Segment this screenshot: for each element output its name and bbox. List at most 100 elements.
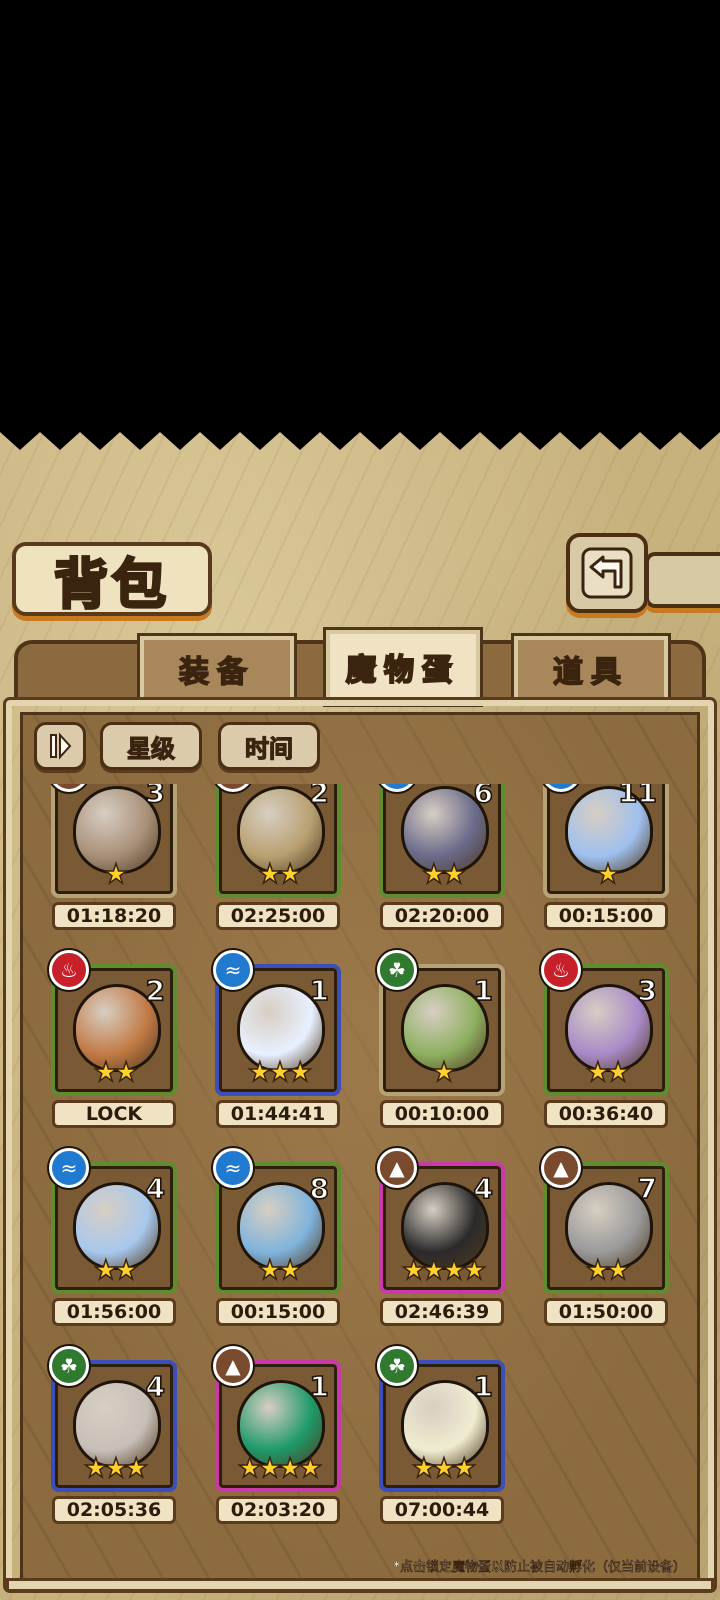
egg-count: 11	[617, 784, 658, 810]
egg-card[interactable]: 6 ★★ ≈	[377, 784, 505, 898]
egg-card[interactable]: 2 ★★ ♨	[49, 950, 177, 1096]
egg-star-rating: ★	[595, 858, 621, 891]
egg-star-rating: ★★	[93, 1254, 139, 1287]
earth-element-icon: ▲	[213, 1346, 253, 1386]
hatch-timer: 01:50:00	[544, 1298, 668, 1326]
egg-slot[interactable]: 2 ★★ ▲ 02:25:00	[208, 784, 348, 930]
sort-by-time-button[interactable]: 时间	[218, 722, 320, 770]
egg-count: 1	[309, 1369, 330, 1404]
sort-order-toggle[interactable]	[34, 722, 86, 770]
hatch-timer: 02:05:36	[52, 1496, 176, 1524]
egg-card[interactable]: 8 ★★ ≈	[213, 1148, 341, 1294]
earth-element-icon: ▲	[213, 784, 253, 792]
egg-slot[interactable]: 7 ★★ ▲ 01:50:00	[536, 1148, 676, 1326]
bottom-border	[6, 1578, 714, 1592]
sort-by-stars-button[interactable]: 星级	[100, 722, 202, 770]
egg-slot[interactable]: 3 ★ ▲ 01:18:20	[44, 784, 184, 930]
egg-star-rating: ★★★	[83, 1452, 149, 1485]
tab-equipment[interactable]: 装备	[137, 633, 297, 705]
egg-slot[interactable]: 3 ★★ ♨ 00:36:40	[536, 950, 676, 1128]
water-element-icon: ≈	[49, 1148, 89, 1188]
back-button-bar	[645, 552, 720, 608]
egg-star-rating: ★★	[585, 1254, 631, 1287]
black-letterbox	[0, 0, 720, 420]
egg-slot[interactable]: 1 ★ ☘ 00:10:00	[372, 950, 512, 1128]
egg-star-rating: ★★	[585, 1056, 631, 1089]
grass-element-icon: ☘	[49, 1346, 89, 1386]
egg-count: 4	[145, 1369, 166, 1404]
egg-count: 1	[473, 1369, 494, 1404]
water-element-icon: ≈	[541, 784, 581, 792]
egg-grid: 3★▲01:18:202★★▲02:25:006★★≈02:20:0011★≈0…	[30, 784, 690, 1566]
egg-count: 7	[637, 1171, 658, 1206]
lock-hint-footnote: *点击锁定魔物蛋以防止被自动孵化（仅当前设备）	[393, 1560, 686, 1575]
egg-star-rating: ★	[103, 858, 129, 891]
egg-count: 4	[473, 1171, 494, 1206]
egg-card[interactable]: 1 ★★★ ≈	[213, 950, 341, 1096]
egg-card[interactable]: 7 ★★ ▲	[541, 1148, 669, 1294]
egg-card[interactable]: 3 ★★ ♨	[541, 950, 669, 1096]
egg-star-rating: ★★★	[247, 1056, 313, 1089]
egg-count: 3	[637, 973, 658, 1008]
tab-items[interactable]: 道具	[511, 633, 671, 705]
hatch-timer: 01:44:41	[216, 1100, 340, 1128]
egg-star-rating: ★★	[257, 1254, 303, 1287]
page-title: 背包	[53, 550, 170, 617]
egg-star-rating: ★★	[421, 858, 467, 891]
egg-slot[interactable]: 4 ★★ ≈01:56:00	[44, 1148, 184, 1326]
earth-element-icon: ▲	[541, 1148, 581, 1188]
egg-star-rating: ★★★★	[401, 1254, 487, 1287]
hatch-timer: 00:10:00	[380, 1100, 504, 1128]
egg-card[interactable]: 1 ★★★ ☘	[377, 1346, 505, 1492]
egg-card[interactable]: 1 ★ ☘	[377, 950, 505, 1096]
egg-count: 2	[145, 973, 166, 1008]
egg-slot[interactable]: 1 ★★★ ☘ 07:00:44	[372, 1346, 512, 1524]
egg-card[interactable]: 4 ★★★ ☘	[49, 1346, 177, 1492]
earth-element-icon: ▲	[377, 1148, 417, 1188]
egg-count: 1	[309, 973, 330, 1008]
egg-star-rating: ★	[431, 1056, 457, 1089]
water-element-icon: ≈	[377, 784, 417, 792]
egg-slot[interactable]: 6 ★★ ≈02:20:00	[372, 784, 512, 930]
egg-card[interactable]: 3 ★ ▲	[49, 784, 177, 898]
grass-element-icon: ☘	[377, 1346, 417, 1386]
egg-count: 8	[309, 1171, 330, 1206]
egg-count: 6	[473, 784, 494, 810]
order-toggle-icon	[50, 732, 72, 760]
egg-card[interactable]: 4 ★★★★ ▲	[377, 1148, 505, 1294]
egg-count: 3	[145, 784, 166, 810]
egg-count: 4	[145, 1171, 166, 1206]
earth-element-icon: ▲	[49, 784, 89, 792]
egg-card[interactable]: 4 ★★ ≈	[49, 1148, 177, 1294]
egg-slot[interactable]: 4 ★★★ ☘ 02:05:36	[44, 1346, 184, 1524]
hatch-timer: 02:25:00	[216, 902, 340, 930]
egg-slot[interactable]: 4 ★★★★ ▲ 02:46:39	[372, 1148, 512, 1326]
fire-element-icon: ♨	[49, 950, 89, 990]
water-element-icon: ≈	[213, 1148, 253, 1188]
tab-monster-eggs[interactable]: 魔物蛋	[323, 627, 483, 707]
torn-edge-decoration	[0, 420, 720, 450]
egg-count: 2	[309, 784, 330, 810]
egg-slot[interactable]: 1 ★★★★ ▲ 02:03:20	[208, 1346, 348, 1524]
hatch-timer: LOCK	[52, 1100, 176, 1128]
hatch-timer: 01:18:20	[52, 902, 176, 930]
back-button[interactable]	[566, 533, 648, 613]
egg-slot[interactable]: 11 ★ ≈00:15:00	[536, 784, 676, 930]
egg-star-rating: ★★★	[411, 1452, 477, 1485]
egg-slot[interactable]: 1 ★★★ ≈01:44:41	[208, 950, 348, 1128]
egg-star-rating: ★★★★	[237, 1452, 323, 1485]
egg-slot[interactable]: 2 ★★ ♨ LOCK	[44, 950, 184, 1128]
back-arrow-icon	[581, 547, 633, 599]
hatch-timer: 02:20:00	[380, 902, 504, 930]
fire-element-icon: ♨	[541, 950, 581, 990]
hatch-timer: 00:15:00	[544, 902, 668, 930]
page-title-plate: 背包	[12, 542, 212, 617]
egg-slot[interactable]: 8 ★★ ≈00:15:00	[208, 1148, 348, 1326]
egg-card[interactable]: 2 ★★ ▲	[213, 784, 341, 898]
egg-card[interactable]: 11 ★ ≈	[541, 784, 669, 898]
hatch-timer: 01:56:00	[52, 1298, 176, 1326]
egg-star-rating: ★★	[93, 1056, 139, 1089]
water-element-icon: ≈	[213, 950, 253, 990]
egg-card[interactable]: 1 ★★★★ ▲	[213, 1346, 341, 1492]
hatch-timer: 02:46:39	[380, 1298, 504, 1326]
